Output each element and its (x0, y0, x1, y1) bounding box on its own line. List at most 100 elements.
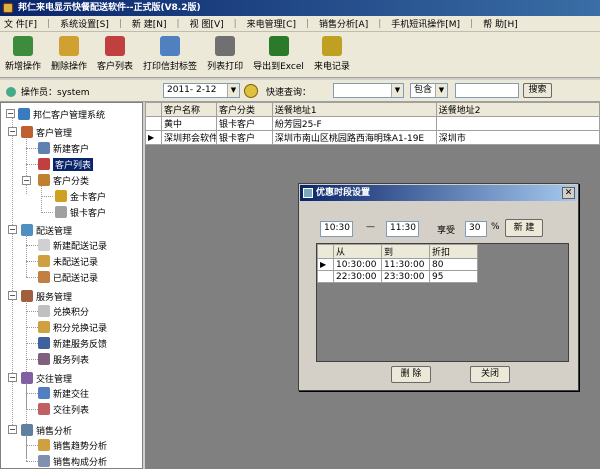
tree-new-delivery[interactable]: 新建配送记录 (38, 238, 107, 252)
refresh-icon[interactable] (244, 84, 258, 98)
tree-service-management[interactable]: 服务管理 (21, 289, 72, 303)
service-icon (21, 290, 33, 302)
collapse-toggle[interactable]: − (8, 425, 17, 434)
chevron-down-icon[interactable]: ▼ (227, 84, 239, 97)
tree-sales-trend[interactable]: 销售趋势分析 (38, 438, 107, 452)
close-icon[interactable]: ✕ (562, 187, 575, 199)
date-picker[interactable]: 2011- 2-12 ▼ (163, 83, 240, 98)
column-header[interactable]: 送餐地址1 (271, 102, 437, 117)
menu-help[interactable]: 帮 助[H] (483, 17, 518, 30)
app-title: 邦仁来电显示快餐配送软件--正式版(V8.2版) (18, 3, 201, 13)
table-row[interactable]: ▶ 深圳邦会软件 银卡客户 深圳市南山区桃园路西海明珠A1-19E 深圳市 (145, 130, 600, 145)
period-grid: 从 到 折扣 ▶ 10:30:00 11:30:00 80 22:30:00 2… (316, 243, 569, 362)
collapse-toggle[interactable]: − (8, 373, 17, 382)
customer-table: 客户名称 客户分类 送餐地址1 送餐地址2 黄中 银卡客户 紛芳园25-F ▶ … (145, 102, 600, 145)
column-header[interactable]: 折扣 (429, 244, 478, 259)
match-mode-select[interactable]: 包含 ▼ (410, 83, 448, 98)
table-header-row: 从 到 折扣 (317, 244, 478, 259)
tree-gold-customers[interactable]: 金卡客户 (55, 189, 106, 203)
print-list-button[interactable]: 列表打印 (202, 32, 248, 76)
column-header[interactable]: 客户分类 (215, 102, 273, 117)
tree-sales-analysis[interactable]: 销售分析 (21, 423, 72, 437)
operator-icon (6, 86, 16, 97)
collapse-toggle[interactable]: − (22, 176, 31, 185)
silver-customer-icon (55, 206, 67, 218)
keyword-input[interactable] (455, 83, 519, 98)
column-header[interactable]: 客户名称 (160, 102, 217, 117)
tree-customer-management[interactable]: 客户管理 (21, 125, 72, 139)
print-envelope-button[interactable]: 打印信封标签 (138, 32, 202, 76)
discount-input[interactable]: 30 (465, 221, 487, 237)
table-row[interactable]: ▶ 10:30:00 11:30:00 80 (317, 258, 478, 271)
column-header[interactable]: 从 (333, 244, 382, 259)
toolbar: 新增操作 删除操作 客户列表 打印信封标签 列表打印 导出到Excel 来电记录 (0, 32, 600, 78)
tree-delivery-management[interactable]: 配送管理 (21, 223, 72, 237)
menu-sms[interactable]: 手机短讯操作[M] (391, 17, 460, 30)
tree-contact-management[interactable]: 交往管理 (21, 371, 72, 385)
range-dash: — (366, 222, 375, 232)
table-header-row: 客户名称 客户分类 送餐地址1 送餐地址2 (145, 102, 600, 117)
add-button[interactable]: 新增操作 (0, 32, 46, 76)
call-records-button[interactable]: 来电记录 (309, 32, 355, 76)
tree-service-list[interactable]: 服务列表 (38, 352, 89, 366)
menu-view[interactable]: 视 图[V] (190, 17, 224, 30)
customers-icon (21, 126, 33, 138)
column-header[interactable]: 到 (381, 244, 430, 259)
tree-new-feedback[interactable]: 新建服务反馈 (38, 336, 107, 350)
dialog-title-bar[interactable]: 优惠时段设置 ✕ (300, 185, 577, 201)
quick-search-select[interactable]: ▼ (333, 83, 404, 98)
menu-settings[interactable]: 系统设置[S] (60, 17, 109, 30)
tree-points-records[interactable]: 积分兑换记录 (38, 320, 107, 334)
menu-calls[interactable]: 来电管理[C] (247, 17, 296, 30)
menu-file[interactable]: 文 件[F] (4, 17, 37, 30)
tree-delivered[interactable]: 已配送记录 (38, 270, 98, 284)
delete-period-button[interactable]: 删 除 (391, 366, 431, 383)
customer-list-button[interactable]: 客户列表 (92, 32, 138, 76)
search-button[interactable]: 搜索 (523, 83, 552, 98)
tree-new-contact[interactable]: 新建交往 (38, 386, 89, 400)
customer-list-icon (105, 36, 126, 56)
tree-new-customer[interactable]: 新建客户 (38, 141, 89, 155)
tree-contact-list[interactable]: 交往列表 (38, 402, 89, 416)
new-period-button[interactable]: 新 建 (505, 219, 543, 237)
gold-customer-icon (55, 190, 67, 202)
tree-redeem-points[interactable]: 兑换积分 (38, 304, 89, 318)
pencil-icon (38, 321, 50, 333)
table-row[interactable]: 黄中 银卡客户 紛芳园25-F (145, 116, 600, 131)
add-user-icon (38, 142, 50, 154)
document-icon (38, 455, 50, 467)
new-contact-icon (38, 387, 50, 399)
tree-silver-customers[interactable]: 银卡客户 (55, 205, 106, 219)
tree-customer-list[interactable]: 客户列表 (38, 157, 94, 171)
collapse-toggle[interactable]: − (8, 291, 17, 300)
customer-list-icon (38, 158, 50, 170)
column-header[interactable]: 送餐地址2 (435, 102, 600, 117)
export-excel-button[interactable]: 导出到Excel (248, 32, 309, 76)
tree-undelivered[interactable]: 未配送记录 (38, 254, 98, 268)
close-dialog-button[interactable]: 关闭 (470, 366, 510, 383)
collapse-toggle[interactable]: − (8, 225, 17, 234)
printer-icon (215, 36, 236, 56)
list-icon (38, 353, 50, 365)
pencil-icon (38, 271, 50, 283)
phone-record-icon (321, 36, 342, 56)
pencil-icon (38, 255, 50, 267)
collapse-toggle[interactable]: − (6, 109, 15, 118)
menu-sales[interactable]: 销售分析[A] (319, 17, 368, 30)
delete-button[interactable]: 删除操作 (46, 32, 92, 76)
chevron-down-icon[interactable]: ▼ (435, 84, 447, 97)
delivery-icon (21, 224, 33, 236)
tree-sales-composition[interactable]: 销售构成分析 (38, 454, 107, 468)
to-time-input[interactable]: 11:30 (386, 221, 419, 237)
menu-new[interactable]: 新 建[N] (132, 17, 167, 30)
tree-customer-category[interactable]: 客户分类 (38, 173, 89, 187)
envelope-icon (160, 36, 181, 56)
table-row[interactable]: 22:30:00 23:30:00 95 (317, 270, 478, 283)
chevron-down-icon[interactable]: ▼ (391, 84, 403, 97)
from-time-input[interactable]: 10:30 (320, 221, 353, 237)
tree-root[interactable]: 邦仁客户管理系统 (18, 107, 105, 121)
pencil-icon (38, 439, 50, 451)
operator-label: 操作员：system (6, 85, 90, 98)
collapse-toggle[interactable]: − (8, 127, 17, 136)
contact-icon (21, 372, 33, 384)
